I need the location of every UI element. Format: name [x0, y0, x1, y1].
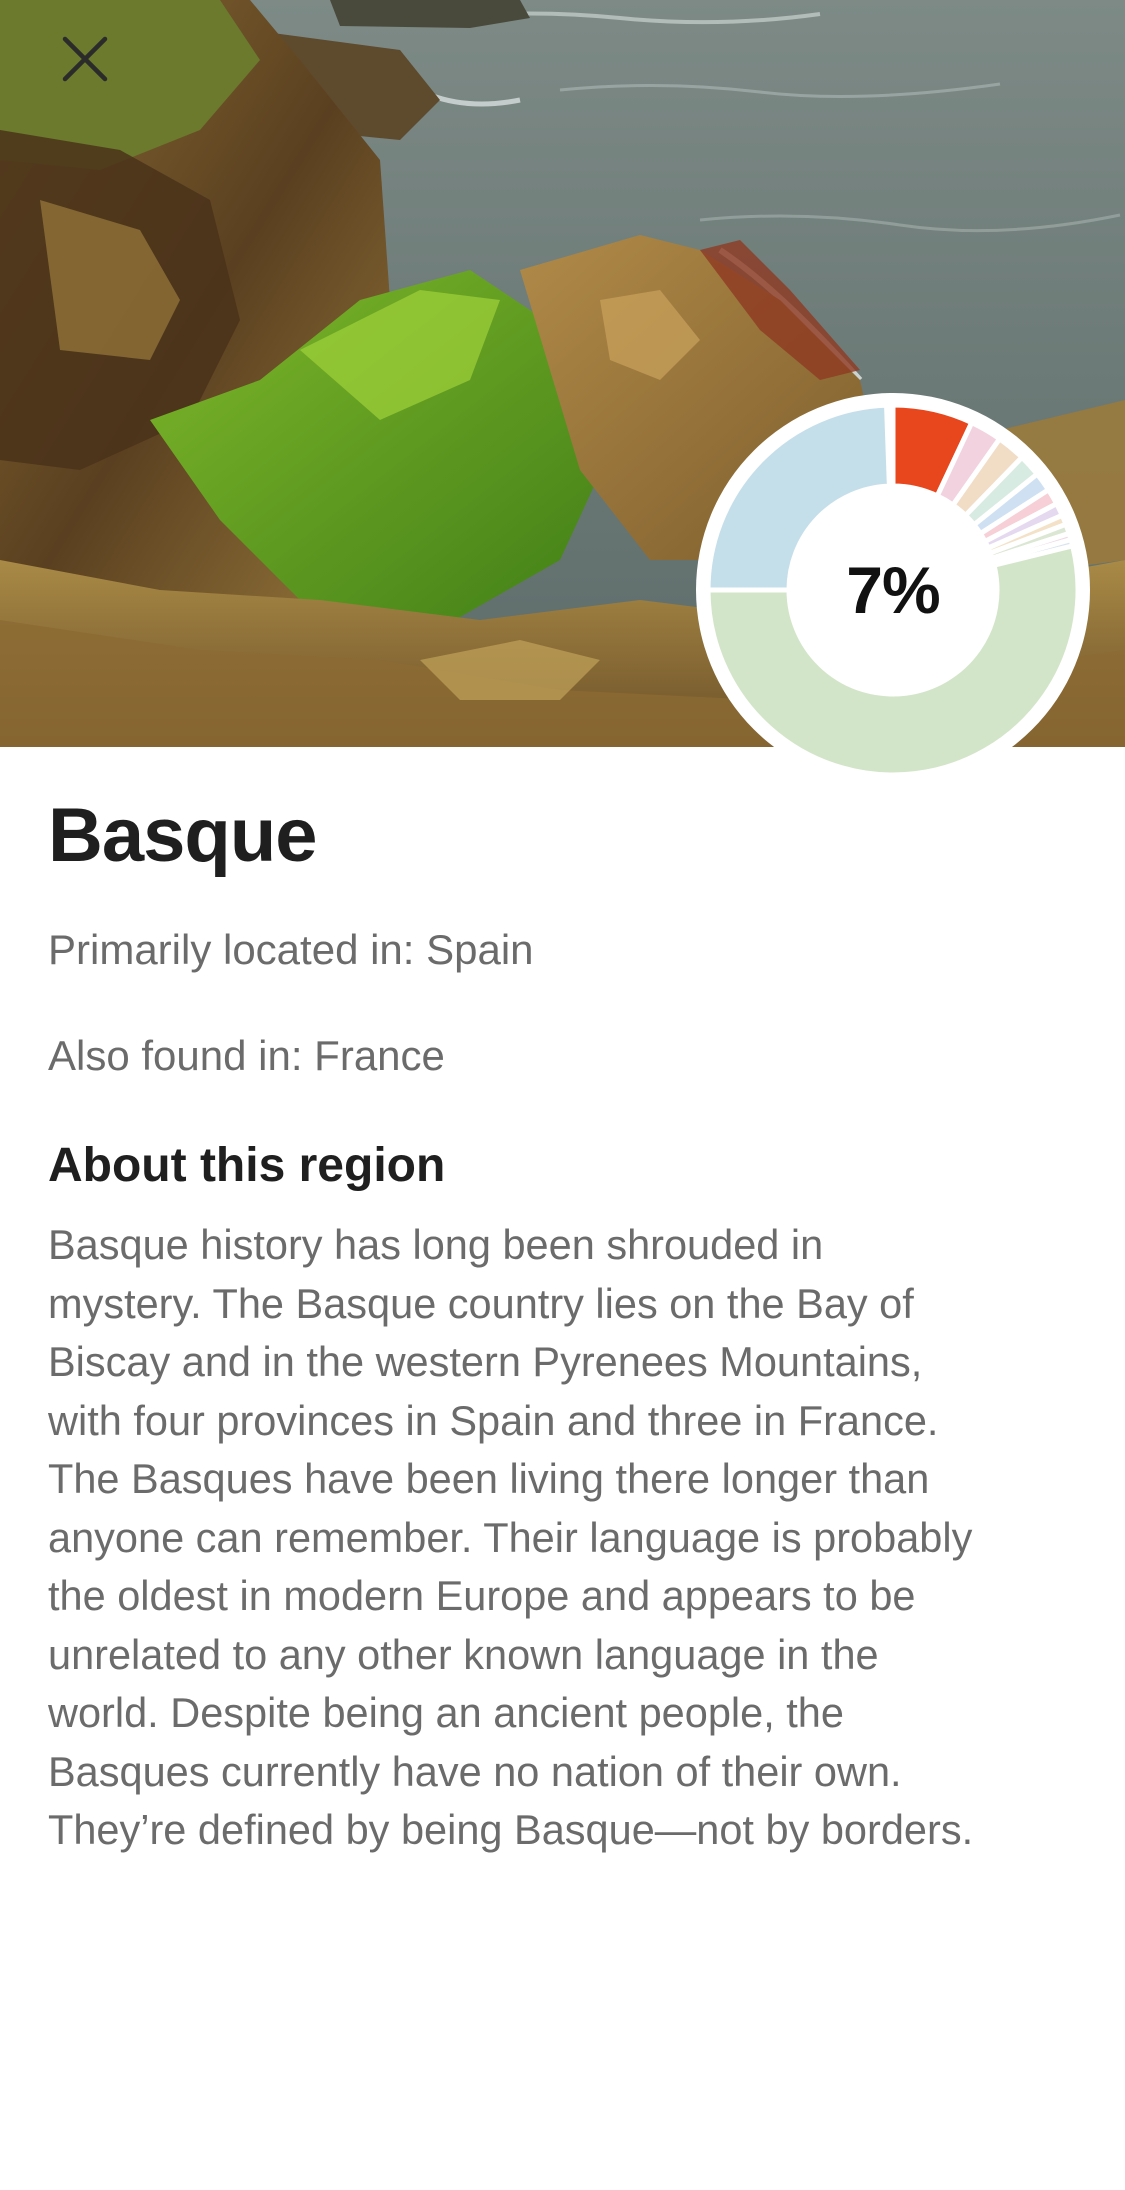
- about-line: Biscay and in the western Pyrenees Mount…: [48, 1338, 923, 1385]
- about-line: Basques currently have no nation of thei…: [48, 1747, 902, 1795]
- close-icon: [62, 36, 108, 82]
- about-line: with four provinces in Spain and three i…: [48, 1396, 939, 1444]
- about-line: The Basques have been living there longe…: [48, 1455, 930, 1502]
- ethnicity-ring-chart: 7%: [696, 393, 1090, 787]
- about-line: the oldest in modern Europe and appears …: [48, 1572, 916, 1619]
- about-line: They’re defined by being Basque—not by b…: [48, 1806, 974, 1853]
- about-line: unrelated to any other known language in…: [48, 1630, 879, 1678]
- also-found-location: Also found in: France: [48, 1032, 445, 1079]
- about-text: Basque history has long been shrouded in…: [48, 1216, 1078, 1860]
- about-line: mystery. The Basque country lies on the …: [48, 1279, 914, 1327]
- primary-location: Primarily located in: Spain: [48, 926, 534, 973]
- about-heading: About this region: [48, 1139, 446, 1192]
- region-details: Basque Primarily located in: Spain Also …: [48, 790, 1078, 1860]
- ring-percent-label: 7%: [846, 553, 940, 627]
- about-line: world. Despite being an ancient people, …: [48, 1689, 844, 1736]
- about-line: Basque history has long been shrouded in: [48, 1221, 824, 1268]
- page-title: Basque: [48, 793, 318, 878]
- close-button[interactable]: [40, 14, 130, 104]
- about-line: anyone can remember. Their language is p…: [48, 1513, 973, 1561]
